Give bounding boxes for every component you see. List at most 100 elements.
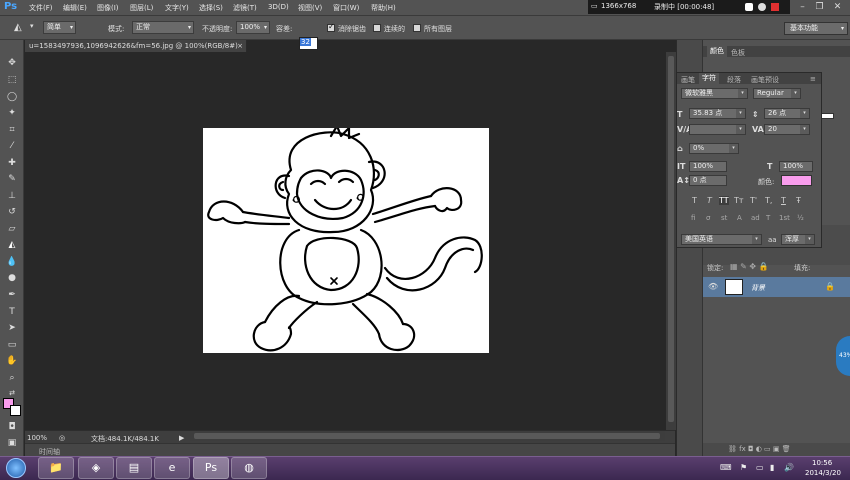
app-taskbar-icon[interactable]: ◍ — [231, 457, 267, 479]
font-style-dropdown[interactable]: Regular ▾ — [753, 88, 801, 99]
tool-preset-arrow-icon[interactable]: ▾ — [30, 22, 34, 30]
paint-bucket-tool-icon[interactable]: ◭ — [4, 238, 20, 252]
quick-mask-icon[interactable]: ◘ — [4, 420, 20, 434]
start-button[interactable] — [6, 458, 26, 478]
clone-stamp-tool-icon[interactable]: ⊥ — [4, 189, 20, 203]
stylistic-alternates-button[interactable]: A — [737, 214, 742, 222]
paint-bucket-icon[interactable]: ◭ — [14, 22, 22, 33]
keyboard-tray-icon[interactable]: ⌨ — [720, 463, 732, 472]
superscript-button[interactable]: T' — [750, 196, 757, 205]
menu-image[interactable]: 图像(I) — [97, 3, 119, 13]
layer-name[interactable]: 背景 — [751, 283, 765, 293]
baseline-shift-field[interactable]: 0 点 — [689, 175, 727, 186]
tab-character[interactable]: 字符 — [699, 73, 719, 84]
type-tool-icon[interactable]: T — [4, 305, 20, 319]
zoom-tool-icon[interactable]: ⌕ — [4, 371, 20, 385]
menu-window[interactable]: 窗口(W) — [333, 3, 359, 13]
background-color-swatch[interactable] — [10, 405, 21, 416]
tracking-field[interactable]: 20 ▾ — [764, 124, 810, 135]
history-brush-tool-icon[interactable]: ↺ — [4, 205, 20, 219]
leading-field[interactable]: 26 点 ▾ — [764, 108, 810, 119]
menu-edit[interactable]: 编辑(E) — [63, 3, 87, 13]
swash-button[interactable]: st — [721, 214, 727, 222]
menu-view[interactable]: 视图(V) — [298, 3, 322, 13]
tab-swatches[interactable]: 色板 — [731, 48, 745, 58]
close-tab-icon[interactable]: × — [237, 42, 243, 50]
magic-wand-tool-icon[interactable]: ✦ — [4, 106, 20, 120]
font-family-dropdown[interactable]: 微软雅黑 ▾ — [681, 88, 748, 99]
contiguous-checkbox[interactable] — [373, 24, 381, 32]
timeline-bar[interactable]: 时间轴 — [25, 443, 675, 456]
faux-bold-button[interactable]: T — [692, 196, 697, 205]
ligatures-button[interactable]: fi — [691, 214, 695, 222]
move-tool-icon[interactable]: ✥ — [4, 56, 20, 70]
eraser-tool-icon[interactable]: ▱ — [4, 222, 20, 236]
eyedropper-tool-icon[interactable]: ⁄ — [4, 139, 20, 153]
restore-button[interactable]: ❐ — [812, 1, 827, 13]
panel-menu-icon[interactable]: ≡ — [810, 75, 816, 83]
antialias-method-dropdown[interactable]: 浑厚 ▾ — [781, 234, 815, 245]
tab-color[interactable]: 颜色 — [707, 46, 727, 57]
old-style-button[interactable]: σ — [706, 214, 710, 222]
ie-taskbar-icon[interactable]: e — [154, 457, 190, 479]
tab-brush[interactable]: 画笔 — [681, 75, 695, 85]
shape-tool-icon[interactable]: ▭ — [4, 338, 20, 352]
photoshop-taskbar-icon[interactable]: Ps — [193, 457, 229, 479]
menu-layer[interactable]: 图层(L) — [130, 3, 153, 13]
tab-paragraph[interactable]: 段落 — [727, 75, 741, 85]
pen-tool-icon[interactable]: ✒ — [4, 288, 20, 302]
camera-icon[interactable] — [745, 3, 753, 11]
crop-tool-icon[interactable]: ⌗ — [4, 123, 20, 137]
subscript-button[interactable]: T, — [765, 196, 772, 205]
layer-lock-icon[interactable]: 🔒 — [825, 282, 835, 291]
fractions-button[interactable]: ½ — [797, 214, 804, 222]
blur-tool-icon[interactable]: 💧 — [4, 255, 20, 269]
language-dropdown[interactable]: 美国英语 ▾ — [681, 234, 762, 245]
status-info-icon[interactable]: ◎ — [59, 434, 65, 442]
status-menu-arrow-icon[interactable]: ▶ — [179, 434, 184, 442]
media-taskbar-icon[interactable]: ◈ — [78, 457, 114, 479]
tab-brush-presets[interactable]: 画笔预设 — [751, 75, 779, 85]
antialias-checkbox[interactable] — [327, 22, 335, 32]
clock-date[interactable]: 2014/3/20 — [805, 469, 841, 477]
underline-button[interactable]: T — [781, 196, 786, 205]
flag-tray-icon[interactable]: ⚑ — [740, 463, 747, 472]
horizontal-scroll-thumb[interactable] — [194, 433, 660, 439]
hand-tool-icon[interactable]: ✋ — [4, 354, 20, 368]
healing-brush-tool-icon[interactable]: ✚ — [4, 156, 20, 170]
lasso-tool-icon[interactable]: ◯ — [4, 90, 20, 104]
faux-italic-button[interactable]: T — [707, 196, 712, 205]
minimize-button[interactable]: – — [795, 1, 810, 13]
eye-icon[interactable]: 👁 — [708, 282, 718, 291]
font-size-field[interactable]: 35.83 点 ▾ — [689, 108, 746, 119]
menu-3d[interactable]: 3D(D) — [268, 3, 289, 11]
color-ramp-swatch[interactable] — [820, 113, 834, 119]
marquee-tool-icon[interactable]: ⬚ — [4, 73, 20, 87]
layer-actions-icons[interactable]: ⛓ fx ◘ ◐ ▭ ▣ 🗑 — [728, 445, 791, 453]
document-tab[interactable]: u=1583497936,1096942626&fm=56.jpg @ 100%… — [25, 40, 247, 52]
horizontal-scale-field[interactable]: 100% — [779, 161, 813, 172]
path-selection-tool-icon[interactable]: ➤ — [4, 321, 20, 335]
menu-filter[interactable]: 滤镜(T) — [233, 3, 257, 13]
vertical-scale-field[interactable]: 100% — [689, 161, 727, 172]
all-caps-button[interactable]: TT — [719, 196, 729, 205]
vertical-scrollbar[interactable] — [666, 52, 676, 430]
text-color-swatch[interactable] — [781, 175, 812, 186]
tolerance-input[interactable]: 32 — [299, 37, 318, 50]
document-taskbar-icon[interactable]: ▤ — [116, 457, 152, 479]
tsume-field[interactable]: 0% ▾ — [689, 143, 739, 154]
titling-button[interactable]: ad — [751, 214, 760, 222]
network-tray-icon[interactable]: ▮ — [770, 463, 774, 472]
menu-file[interactable]: 文件(F) — [29, 3, 53, 13]
mode-dropdown[interactable]: 正常 ▾ — [132, 21, 194, 34]
dodge-tool-icon[interactable]: ● — [4, 271, 20, 285]
document-canvas[interactable] — [203, 124, 489, 353]
brush-tool-icon[interactable]: ✎ — [4, 172, 20, 186]
fill-source-dropdown[interactable]: 简单 ▾ — [43, 21, 76, 34]
opacity-field[interactable]: 100% ▾ — [236, 21, 270, 34]
strikethrough-button[interactable]: Ŧ — [796, 196, 801, 205]
horizontal-scrollbar[interactable] — [190, 431, 665, 441]
all-layers-checkbox[interactable] — [413, 24, 421, 32]
zoom-level[interactable]: 100% — [27, 434, 47, 442]
explorer-taskbar-icon[interactable]: 📁 — [38, 457, 74, 479]
